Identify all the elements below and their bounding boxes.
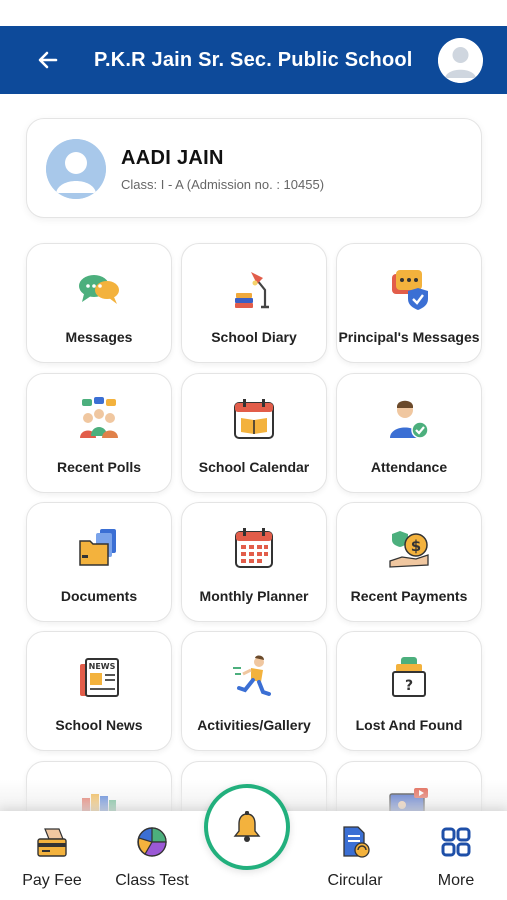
tile-school-news[interactable]: NEWS School News (26, 631, 172, 751)
lost-box-icon: ? (392, 657, 426, 697)
tile-recent-payments[interactable]: $ Recent Payments (336, 502, 482, 622)
tile-label: Principal's Messages (338, 329, 480, 345)
tile-label: Recent Polls (56, 459, 142, 475)
tile-school-diary[interactable]: School Diary (181, 243, 327, 363)
nav-class-test[interactable]: Class Test (112, 811, 192, 900)
running-kid-icon (233, 655, 271, 696)
tile-principals-messages[interactable]: Principal's Messages (336, 243, 482, 363)
newspaper-icon: NEWS (80, 658, 119, 697)
back-button[interactable] (30, 44, 66, 76)
nav-pay-fee[interactable]: Pay Fee (12, 811, 92, 900)
tile-lost-and-found[interactable]: ? Lost And Found (336, 631, 482, 751)
circular-doc-icon (343, 826, 370, 858)
nav-label: Pay Fee (22, 872, 82, 889)
pay-card-icon (37, 828, 67, 857)
status-bar (0, 0, 507, 26)
message-shield-icon (392, 270, 428, 310)
bell-icon (233, 811, 261, 842)
tile-label: School Diary (211, 329, 297, 345)
tile-label: Messages (65, 329, 133, 345)
tile-monthly-planner[interactable]: Monthly Planner (181, 502, 327, 622)
tile-label: School Calendar (198, 459, 310, 475)
app-header: P.K.R Jain Sr. Sec. Public School (0, 26, 507, 94)
tile-activities-gallery[interactable]: Activities/Gallery (181, 631, 327, 751)
nav-label: More (437, 872, 475, 889)
tile-label: Documents (60, 588, 138, 604)
page-title: P.K.R Jain Sr. Sec. Public School (94, 49, 413, 71)
tile-label: Recent Payments (350, 588, 468, 604)
tile-label: Lost And Found (355, 717, 463, 733)
student-avatar (46, 139, 106, 199)
nav-label: Class Test (115, 872, 189, 889)
person-check-icon (390, 400, 429, 439)
calendar-grid-icon (235, 528, 273, 568)
user-avatar-icon[interactable] (438, 38, 483, 83)
student-name: AADI JAIN (121, 147, 224, 169)
pie-chart-icon (137, 827, 167, 857)
grid-more-icon (441, 827, 471, 857)
tile-label: Monthly Planner (199, 588, 309, 604)
svg-text:?: ? (405, 678, 413, 694)
svg-text:NEWS: NEWS (89, 662, 116, 671)
folders-icon (79, 529, 116, 566)
svg-text:$: $ (411, 537, 421, 555)
student-profile-card[interactable]: AADI JAIN Class: I - A (Admission no. : … (26, 118, 482, 218)
student-class-info: Class: I - A (Admission no. : 10455) (121, 177, 325, 192)
tile-label: Attendance (370, 459, 448, 475)
chat-bubbles-icon (79, 275, 119, 304)
tile-school-calendar[interactable]: School Calendar (181, 373, 327, 493)
avatar-placeholder-icon (46, 139, 106, 199)
notifications-button[interactable] (204, 784, 290, 870)
tile-messages[interactable]: Messages (26, 243, 172, 363)
hand-money-icon: $ (389, 531, 429, 568)
nav-circular[interactable]: Circular (314, 811, 396, 900)
nav-label: Circular (327, 872, 383, 889)
tile-attendance[interactable]: Attendance (336, 373, 482, 493)
nav-more[interactable]: More (418, 811, 494, 900)
tile-label: School News (55, 717, 143, 733)
group-poll-icon (80, 397, 118, 438)
tile-label: Activities/Gallery (197, 717, 311, 733)
tile-recent-polls[interactable]: Recent Polls (26, 373, 172, 493)
desk-lamp-books-icon (235, 272, 269, 309)
arrow-left-icon (38, 51, 58, 69)
tile-documents[interactable]: Documents (26, 502, 172, 622)
calendar-book-icon (234, 399, 274, 439)
